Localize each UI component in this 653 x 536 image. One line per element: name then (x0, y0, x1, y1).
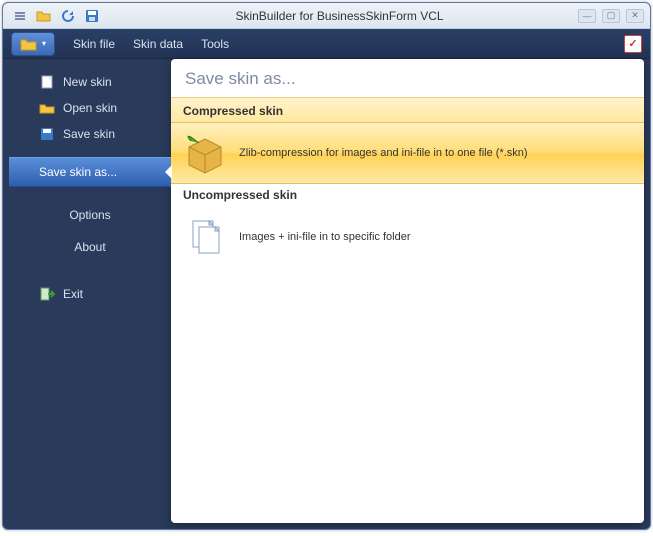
minimize-icon: — (583, 11, 592, 21)
refresh-icon (60, 8, 76, 24)
qat-refresh-button[interactable] (59, 7, 77, 25)
sidebar-label-save-skin: Save skin (63, 127, 115, 141)
option-uncompressed-desc: Images + ini-file in to specific folder (239, 231, 411, 243)
folder-icon (20, 36, 38, 52)
menu-icon (13, 9, 27, 23)
sidebar-label-options: Options (69, 208, 110, 222)
sidebar-label-save-skin-as: Save skin as... (39, 165, 117, 179)
sidebar-item-exit[interactable]: Exit (9, 281, 171, 307)
qat-open-button[interactable] (35, 7, 53, 25)
qat-save-button[interactable] (83, 7, 101, 25)
panel-title: Save skin as... (171, 59, 644, 97)
section-head-compressed: Compressed skin (171, 97, 644, 122)
check-icon: ✓ (628, 37, 637, 50)
box-icon (183, 131, 227, 175)
quick-access-toolbar (11, 7, 101, 25)
exit-icon (39, 286, 55, 302)
window-buttons: — ▢ ✕ (578, 9, 644, 23)
option-compressed-skin[interactable]: Zlib-compression for images and ini-file… (171, 122, 644, 184)
help-button[interactable]: ✓ (624, 35, 642, 53)
menu-skin-data[interactable]: Skin data (133, 37, 183, 51)
sidebar-item-new-skin[interactable]: New skin (9, 69, 171, 95)
sidebar-item-options[interactable]: Options (9, 199, 171, 231)
main-area: New skin Open skin Save skin Save skin a… (9, 59, 644, 523)
menubar: ▾ Skin file Skin data Tools ✓ (3, 29, 650, 59)
chevron-down-icon: ▾ (42, 39, 46, 48)
sidebar-item-save-skin[interactable]: Save skin (9, 121, 171, 147)
sidebar-label-exit: Exit (63, 287, 83, 301)
window-title: SkinBuilder for BusinessSkinForm VCL (101, 9, 578, 23)
qat-menu-button[interactable] (11, 7, 29, 25)
app-menu-button[interactable]: ▾ (11, 32, 55, 56)
save-icon (39, 126, 55, 142)
menu-skin-file[interactable]: Skin file (73, 37, 115, 51)
minimize-button[interactable]: — (578, 9, 596, 23)
content-panel: Save skin as... Compressed skin Zlib-com… (171, 59, 644, 523)
section-head-uncompressed: Uncompressed skin (171, 184, 644, 206)
option-uncompressed-skin[interactable]: Images + ini-file in to specific folder (171, 206, 644, 268)
sidebar-label-new-skin: New skin (63, 75, 112, 89)
sidebar-item-about[interactable]: About (9, 231, 171, 263)
sidebar-label-about: About (74, 240, 105, 254)
folder-open-icon (39, 100, 55, 116)
files-icon (183, 215, 227, 259)
maximize-icon: ▢ (607, 10, 616, 21)
new-file-icon (39, 74, 55, 90)
menu-tools[interactable]: Tools (201, 37, 229, 51)
folder-open-icon (36, 8, 52, 24)
sidebar-label-open-skin: Open skin (63, 101, 117, 115)
app-window: SkinBuilder for BusinessSkinForm VCL — ▢… (2, 2, 651, 530)
option-compressed-desc: Zlib-compression for images and ini-file… (239, 147, 528, 159)
close-button[interactable]: ✕ (626, 9, 644, 23)
sidebar-item-open-skin[interactable]: Open skin (9, 95, 171, 121)
close-icon: ✕ (631, 10, 639, 21)
titlebar: SkinBuilder for BusinessSkinForm VCL — ▢… (3, 3, 650, 29)
app-menu-sidebar: New skin Open skin Save skin Save skin a… (9, 59, 171, 523)
maximize-button[interactable]: ▢ (602, 9, 620, 23)
save-icon (84, 8, 100, 24)
sidebar-item-save-skin-as[interactable]: Save skin as... (9, 157, 171, 187)
